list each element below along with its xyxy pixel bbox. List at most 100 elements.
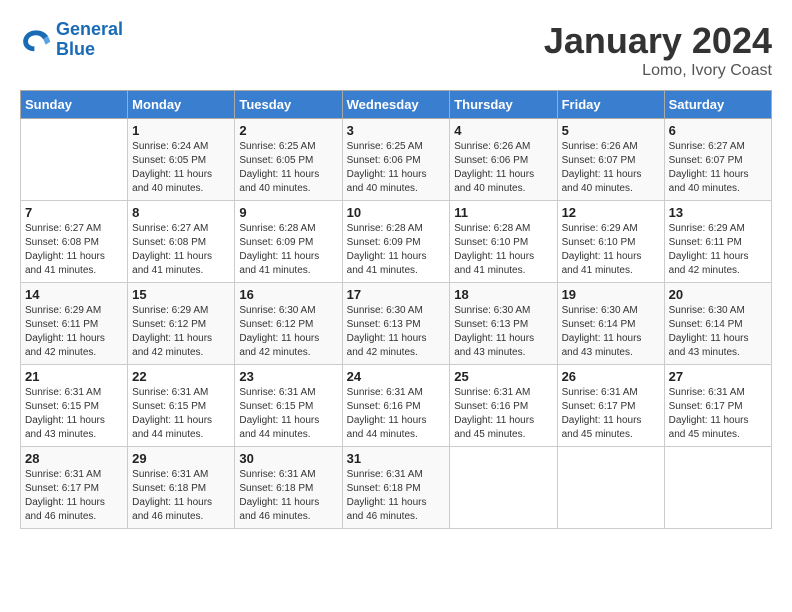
day-number: 12: [562, 205, 660, 220]
day-number: 7: [25, 205, 123, 220]
calendar-cell: 7 Sunrise: 6:27 AMSunset: 6:08 PMDaylight…: [21, 201, 128, 283]
calendar-cell: 23 Sunrise: 6:31 AMSunset: 6:15 PMDayligh…: [235, 365, 342, 447]
day-info: Sunrise: 6:27 AMSunset: 6:07 PMDaylight:…: [669, 140, 767, 196]
day-number: 5: [562, 123, 660, 138]
calendar-cell: 3 Sunrise: 6:25 AMSunset: 6:06 PMDaylight…: [342, 119, 450, 201]
day-number: 21: [25, 369, 123, 384]
day-number: 14: [25, 287, 123, 302]
day-info: Sunrise: 6:30 AMSunset: 6:12 PMDaylight:…: [239, 304, 337, 360]
calendar-cell: 1 Sunrise: 6:24 AMSunset: 6:05 PMDaylight…: [128, 119, 235, 201]
logo-icon: [20, 24, 52, 56]
calendar-cell: 30 Sunrise: 6:31 AMSunset: 6:18 PMDayligh…: [235, 447, 342, 529]
page-header: General Blue January 2024 Lomo, Ivory Co…: [20, 20, 772, 80]
calendar-cell: [557, 447, 664, 529]
location: Lomo, Ivory Coast: [544, 62, 772, 80]
calendar-cell: 24 Sunrise: 6:31 AMSunset: 6:16 PMDayligh…: [342, 365, 450, 447]
calendar-cell: 4 Sunrise: 6:26 AMSunset: 6:06 PMDaylight…: [450, 119, 557, 201]
day-info: Sunrise: 6:30 AMSunset: 6:14 PMDaylight:…: [562, 304, 660, 360]
calendar-cell: 22 Sunrise: 6:31 AMSunset: 6:15 PMDayligh…: [128, 365, 235, 447]
day-number: 19: [562, 287, 660, 302]
day-info: Sunrise: 6:29 AMSunset: 6:12 PMDaylight:…: [132, 304, 230, 360]
day-info: Sunrise: 6:28 AMSunset: 6:10 PMDaylight:…: [454, 222, 552, 278]
day-info: Sunrise: 6:30 AMSunset: 6:13 PMDaylight:…: [454, 304, 552, 360]
calendar-cell: 13 Sunrise: 6:29 AMSunset: 6:11 PMDayligh…: [664, 201, 771, 283]
day-number: 10: [347, 205, 446, 220]
day-info: Sunrise: 6:26 AMSunset: 6:06 PMDaylight:…: [454, 140, 552, 196]
day-info: Sunrise: 6:28 AMSunset: 6:09 PMDaylight:…: [347, 222, 446, 278]
logo-text: General Blue: [56, 20, 123, 60]
header-tuesday: Tuesday: [235, 91, 342, 119]
title-area: January 2024 Lomo, Ivory Coast: [544, 20, 772, 80]
header-saturday: Saturday: [664, 91, 771, 119]
calendar-header-row: SundayMondayTuesdayWednesdayThursdayFrid…: [21, 91, 772, 119]
calendar-cell: 9Sunrise: 6:28 AMSunset: 6:09 PMDaylight…: [235, 201, 342, 283]
calendar-cell: [664, 447, 771, 529]
calendar-cell: 2 Sunrise: 6:25 AMSunset: 6:05 PMDaylight…: [235, 119, 342, 201]
month-title: January 2024: [544, 20, 772, 62]
day-info: Sunrise: 6:25 AMSunset: 6:05 PMDaylight:…: [239, 140, 337, 196]
day-info: Sunrise: 6:30 AMSunset: 6:13 PMDaylight:…: [347, 304, 446, 360]
calendar-cell: 19 Sunrise: 6:30 AMSunset: 6:14 PMDayligh…: [557, 283, 664, 365]
calendar-cell: 26 Sunrise: 6:31 AMSunset: 6:17 PMDayligh…: [557, 365, 664, 447]
day-number: 4: [454, 123, 552, 138]
day-info: Sunrise: 6:26 AMSunset: 6:07 PMDaylight:…: [562, 140, 660, 196]
day-info: Sunrise: 6:31 AMSunset: 6:18 PMDaylight:…: [132, 468, 230, 524]
day-info: Sunrise: 6:27 AMSunset: 6:08 PMDaylight:…: [132, 222, 230, 278]
day-number: 11: [454, 205, 552, 220]
day-info: Sunrise: 6:31 AMSunset: 6:18 PMDaylight:…: [347, 468, 446, 524]
day-number: 6: [669, 123, 767, 138]
day-info: Sunrise: 6:24 AMSunset: 6:05 PMDaylight:…: [132, 140, 230, 196]
day-number: 15: [132, 287, 230, 302]
calendar-cell: 25Sunrise: 6:31 AMSunset: 6:16 PMDayligh…: [450, 365, 557, 447]
calendar-cell: 14 Sunrise: 6:29 AMSunset: 6:11 PMDayligh…: [21, 283, 128, 365]
day-number: 8: [132, 205, 230, 220]
day-info: Sunrise: 6:31 AMSunset: 6:17 PMDaylight:…: [562, 386, 660, 442]
calendar-cell: 5 Sunrise: 6:26 AMSunset: 6:07 PMDaylight…: [557, 119, 664, 201]
day-info: Sunrise: 6:29 AMSunset: 6:11 PMDaylight:…: [25, 304, 123, 360]
calendar-cell: 29 Sunrise: 6:31 AMSunset: 6:18 PMDayligh…: [128, 447, 235, 529]
day-number: 31: [347, 451, 446, 466]
calendar-cell: 10 Sunrise: 6:28 AMSunset: 6:09 PMDayligh…: [342, 201, 450, 283]
day-info: Sunrise: 6:31 AMSunset: 6:15 PMDaylight:…: [25, 386, 123, 442]
calendar-cell: [21, 119, 128, 201]
day-number: 26: [562, 369, 660, 384]
day-info: Sunrise: 6:31 AMSunset: 6:16 PMDaylight:…: [347, 386, 446, 442]
day-info: Sunrise: 6:31 AMSunset: 6:17 PMDaylight:…: [669, 386, 767, 442]
day-number: 2: [239, 123, 337, 138]
calendar-cell: 21 Sunrise: 6:31 AMSunset: 6:15 PMDayligh…: [21, 365, 128, 447]
day-info: Sunrise: 6:31 AMSunset: 6:18 PMDaylight:…: [239, 468, 337, 524]
calendar-cell: 12 Sunrise: 6:29 AMSunset: 6:10 PMDayligh…: [557, 201, 664, 283]
calendar-cell: 16 Sunrise: 6:30 AMSunset: 6:12 PMDayligh…: [235, 283, 342, 365]
day-info: Sunrise: 6:31 AMSunset: 6:15 PMDaylight:…: [132, 386, 230, 442]
day-info: Sunrise: 6:27 AMSunset: 6:08 PMDaylight:…: [25, 222, 123, 278]
day-number: 23: [239, 369, 337, 384]
day-info: Sunrise: 6:31 AMSunset: 6:15 PMDaylight:…: [239, 386, 337, 442]
day-number: 18: [454, 287, 552, 302]
day-number: 1: [132, 123, 230, 138]
day-number: 16: [239, 287, 337, 302]
day-number: 22: [132, 369, 230, 384]
header-friday: Friday: [557, 91, 664, 119]
day-number: 30: [239, 451, 337, 466]
calendar-week-5: 28Sunrise: 6:31 AMSunset: 6:17 PMDayligh…: [21, 447, 772, 529]
day-info: Sunrise: 6:29 AMSunset: 6:10 PMDaylight:…: [562, 222, 660, 278]
day-number: 13: [669, 205, 767, 220]
day-info: Sunrise: 6:25 AMSunset: 6:06 PMDaylight:…: [347, 140, 446, 196]
calendar-cell: 18 Sunrise: 6:30 AMSunset: 6:13 PMDayligh…: [450, 283, 557, 365]
day-number: 29: [132, 451, 230, 466]
header-sunday: Sunday: [21, 91, 128, 119]
day-info: Sunrise: 6:31 AMSunset: 6:17 PMDaylight:…: [25, 468, 123, 524]
day-number: 17: [347, 287, 446, 302]
calendar-cell: 8 Sunrise: 6:27 AMSunset: 6:08 PMDaylight…: [128, 201, 235, 283]
calendar-cell: 28Sunrise: 6:31 AMSunset: 6:17 PMDayligh…: [21, 447, 128, 529]
day-info: Sunrise: 6:29 AMSunset: 6:11 PMDaylight:…: [669, 222, 767, 278]
logo-general: General: [56, 19, 123, 39]
header-thursday: Thursday: [450, 91, 557, 119]
day-info: Sunrise: 6:28 AMSunset: 6:09 PMDaylight:…: [239, 222, 337, 278]
day-number: 24: [347, 369, 446, 384]
logo: General Blue: [20, 20, 123, 60]
calendar-week-3: 14 Sunrise: 6:29 AMSunset: 6:11 PMDayligh…: [21, 283, 772, 365]
day-number: 27: [669, 369, 767, 384]
day-info: Sunrise: 6:30 AMSunset: 6:14 PMDaylight:…: [669, 304, 767, 360]
day-number: 3: [347, 123, 446, 138]
